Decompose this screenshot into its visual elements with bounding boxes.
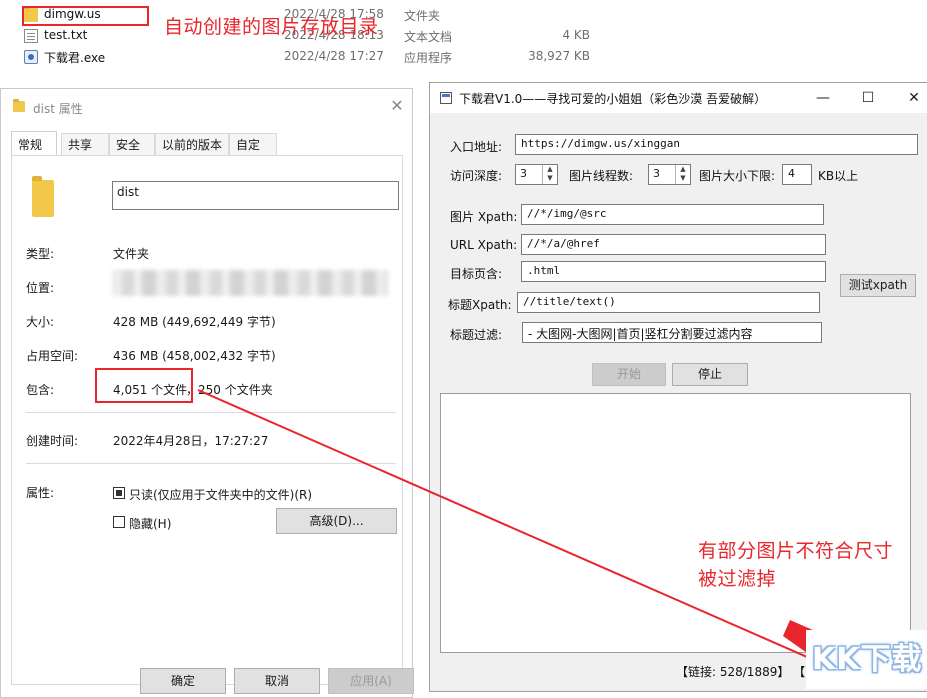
watermark-logo: KK下载: [812, 642, 923, 677]
annotation-arrow: [197, 389, 927, 689]
filter-annotation-line2: 被过滤掉: [698, 568, 777, 590]
filter-annotation-line1: 有部分图片不符合尺寸: [698, 540, 894, 562]
